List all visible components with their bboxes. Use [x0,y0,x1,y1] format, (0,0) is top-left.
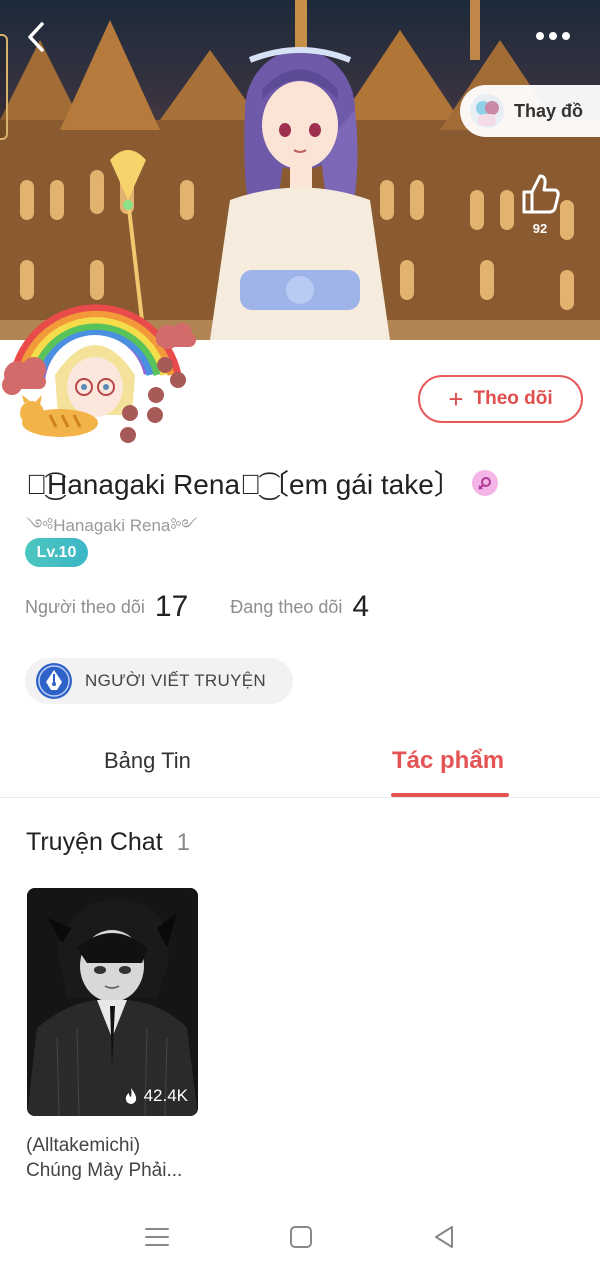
triangle-back-icon [435,1226,453,1248]
plus-icon: + [448,384,464,414]
menu-lines-icon [145,1228,169,1246]
recent-apps-button[interactable] [142,1224,172,1250]
followers-label[interactable]: Người theo dõi [25,597,145,618]
more-dots-icon [536,32,570,40]
thumbs-up-icon [522,174,560,214]
follow-label: Theo dõi [473,388,553,409]
section-header: Truyện Chat 1 [26,828,190,857]
following-count[interactable]: 4 [352,590,369,624]
tab-works[interactable]: Tác phẩm [392,747,504,775]
tab-feed[interactable]: Bảng Tin [104,748,191,774]
outfit-avatar-icon [470,94,504,128]
following-label[interactable]: Đang theo dõi [230,597,342,618]
pen-nib-icon [36,663,72,699]
story-view-count: 42.4K [143,1086,188,1105]
avatar-image [2,304,196,443]
story-views: 42.4K [124,1086,188,1106]
section-title: Truyện Chat [26,828,163,856]
change-outfit-label: Thay đồ [514,100,584,121]
followers-count[interactable]: 17 [155,590,188,624]
section-count: 1 [176,829,190,856]
story-cover-image [27,888,198,1116]
writer-badge[interactable]: NGƯỜI VIẾT TRUYỆN [25,658,293,704]
like-button[interactable]: 92 [512,172,568,242]
active-tab-indicator [391,793,509,797]
display-name-row: ꦿ͜͡Hanagaki Renaꦿ͜͡〔em gái take〕 [26,463,498,503]
follow-stats: Người theo dõi 17 Đang theo dõi 4 [25,590,369,624]
more-options-button[interactable] [530,26,574,46]
side-drawer-handle[interactable] [0,34,8,140]
like-count: 92 [532,221,548,236]
profile-tabs: Bảng Tin Tác phẩm [0,738,600,798]
system-back-button[interactable] [430,1224,460,1250]
change-outfit-button[interactable]: Thay đồ [460,85,600,137]
chevron-left-icon [28,22,44,52]
female-symbol-icon [471,470,498,496]
flame-icon [125,1088,136,1104]
display-name: ꦿ͜͡Hanagaki Renaꦿ͜͡〔em gái take〕 [26,469,462,500]
level-badge: Lv.10 [25,538,88,567]
story-card[interactable]: 42.4K [27,888,198,1116]
profile-avatar[interactable] [0,275,200,450]
system-navigation-bar [0,1200,600,1274]
home-button[interactable] [286,1224,316,1250]
writer-badge-label: NGƯỜI VIẾT TRUYỆN [85,671,266,690]
story-title-line1: (Alltakemichi) [26,1135,141,1156]
follow-button[interactable]: + Theo dõi [418,375,583,423]
story-title[interactable]: (Alltakemichi) Chúng Mày Phải... [26,1133,216,1183]
story-title-line2: Chúng Mày Phải... [26,1160,183,1181]
back-button[interactable] [22,20,52,54]
home-square-icon [290,1226,312,1248]
